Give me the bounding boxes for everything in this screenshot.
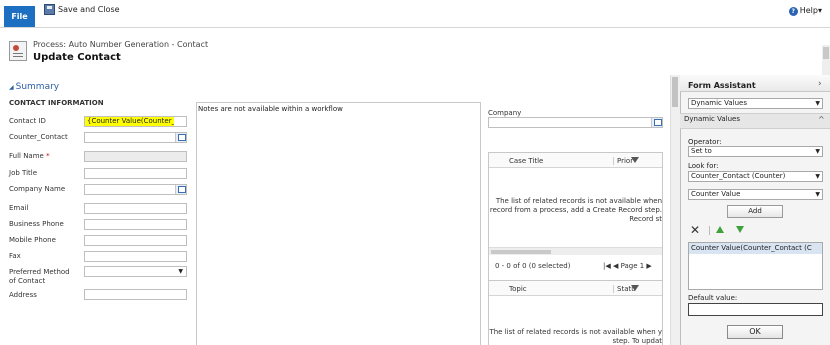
job-title-label: Job Title — [9, 169, 38, 177]
full-name-label: Full Name * — [9, 152, 50, 160]
help-label: Help — [799, 6, 818, 15]
dynamic-value-item[interactable]: Counter Value(Counter_Contact (C — [689, 243, 822, 254]
save-and-close-button[interactable]: Save and Close — [58, 5, 120, 14]
form-assistant-title: Form Assistant — [688, 81, 756, 90]
ok-button[interactable]: OK — [727, 325, 783, 339]
of-contact-label: of Contact — [9, 277, 46, 285]
dropdown-arrow-icon: ▼ — [815, 191, 820, 198]
default-value-label: Default value: — [688, 294, 738, 302]
record-title: Update Contact — [33, 52, 121, 63]
company-name-label: Company Name — [9, 185, 66, 193]
pager-status: 0 - 0 of 0 (0 selected) — [495, 262, 571, 270]
lookup-icon[interactable] — [175, 133, 186, 142]
help-icon: ? — [788, 7, 798, 16]
section-collapse-icon[interactable]: ^ — [818, 115, 825, 124]
process-title: Process: Auto Number Generation - Contac… — [33, 40, 209, 49]
counter-contact-lookup[interactable] — [84, 132, 187, 143]
operator-select[interactable]: Set to ▼ — [688, 146, 823, 157]
add-button[interactable]: Add — [727, 205, 783, 218]
company-name-lookup[interactable] — [84, 184, 187, 195]
toolbar-separator — [709, 226, 710, 235]
contact-record-icon — [9, 41, 27, 61]
lookup-icon[interactable] — [651, 118, 662, 127]
form-vertical-scrollbar[interactable] — [670, 75, 680, 345]
preferred-method-select[interactable]: ▼ — [84, 266, 187, 277]
job-title-field[interactable] — [84, 168, 187, 179]
column-topic[interactable]: Topic — [509, 285, 527, 293]
summary-section-header[interactable]: ◢ Summary — [9, 82, 59, 92]
lookup-icon[interactable] — [175, 185, 186, 194]
business-phone-field[interactable] — [84, 219, 187, 230]
fax-label: Fax — [9, 252, 21, 260]
address-label: Address — [9, 291, 37, 299]
email-label: Email — [9, 204, 29, 212]
grid-message-line: Record st — [629, 215, 662, 223]
file-tab[interactable]: File — [4, 6, 35, 27]
preferred-method-label: Preferred Method — [9, 268, 70, 276]
company-lookup[interactable] — [488, 117, 663, 128]
full-name-label-text: Full Name — [9, 152, 44, 160]
contact-information-heading: CONTACT INFORMATION — [9, 99, 104, 107]
assistant-mode-select[interactable]: Dynamic Values ▼ — [688, 98, 823, 109]
grid-message-line: step. To updat — [612, 337, 662, 345]
grid-message-line: record from a process, add a Create Reco… — [489, 206, 662, 214]
move-down-icon[interactable] — [736, 226, 744, 233]
help-dropdown-arrow: ▾ — [817, 6, 822, 15]
filter-icon[interactable] — [631, 157, 639, 163]
fax-field[interactable] — [84, 251, 187, 262]
dropdown-arrow-icon: ▼ — [178, 268, 183, 275]
collapse-icon: ◢ — [9, 84, 14, 91]
cases-subgrid: Case Title Prior The list of related rec… — [488, 152, 663, 282]
grid-message-line: The list of related records is not avail… — [495, 197, 662, 205]
help-menu[interactable]: ? Help▾ — [788, 6, 822, 16]
dropdown-arrow-icon: ▼ — [815, 173, 820, 180]
company-label: Company — [488, 109, 522, 117]
grid-horizontal-scrollbar[interactable] — [489, 247, 662, 255]
topics-subgrid: Topic Statu The list of related records … — [488, 280, 663, 345]
operator-value: Set to — [691, 147, 712, 155]
contact-id-dynamic-value: {Counter Value(Counter_ — [85, 117, 174, 126]
delete-icon[interactable]: ✕ — [690, 224, 700, 236]
look-for-label: Look for: — [688, 162, 719, 170]
look-for-entity-value: Counter_Contact (Counter) — [691, 172, 786, 180]
contact-id-label: Contact ID — [9, 117, 46, 125]
look-for-entity-select[interactable]: Counter_Contact (Counter) ▼ — [688, 171, 823, 182]
look-for-field-select[interactable]: Counter Value ▼ — [688, 189, 823, 200]
email-field[interactable] — [84, 203, 187, 214]
move-up-icon[interactable] — [716, 226, 724, 233]
dynamic-values-section-label: Dynamic Values — [684, 115, 740, 123]
required-marker: * — [46, 152, 50, 160]
dropdown-arrow-icon: ▼ — [815, 148, 820, 155]
full-name-field[interactable] — [84, 151, 187, 162]
summary-title: Summary — [15, 82, 60, 92]
grid-message-line: The list of related records is not avail… — [489, 328, 662, 336]
ribbon — [0, 0, 830, 28]
mobile-phone-field[interactable] — [84, 235, 187, 246]
collapse-assistant-icon[interactable]: › — [818, 79, 822, 89]
pager-navigation[interactable]: |◀ ◀ Page 1 ▶ — [603, 262, 652, 270]
default-value-input[interactable] — [688, 303, 823, 316]
business-phone-label: Business Phone — [9, 220, 64, 228]
page-scrollbar-thumb[interactable] — [823, 47, 829, 59]
filter-icon[interactable] — [631, 285, 639, 291]
grid-header: Topic Statu — [489, 281, 662, 296]
notes-panel — [196, 102, 481, 345]
column-case-title[interactable]: Case Title — [509, 157, 543, 165]
grid-header: Case Title Prior — [489, 153, 662, 168]
dropdown-arrow-icon: ▼ — [815, 100, 820, 107]
address-field[interactable] — [84, 289, 187, 300]
look-for-field-value: Counter Value — [691, 190, 741, 198]
form-scrollbar-thumb[interactable] — [672, 77, 678, 107]
operator-label: Operator: — [688, 138, 722, 146]
save-icon[interactable] — [44, 4, 55, 15]
counter-contact-label: Counter_Contact — [9, 133, 68, 141]
assistant-mode-value: Dynamic Values — [691, 99, 747, 107]
contact-id-field[interactable]: {Counter Value(Counter_ — [84, 116, 187, 127]
notes-message: Notes are not available within a workflo… — [198, 105, 343, 113]
mobile-phone-label: Mobile Phone — [9, 236, 56, 244]
